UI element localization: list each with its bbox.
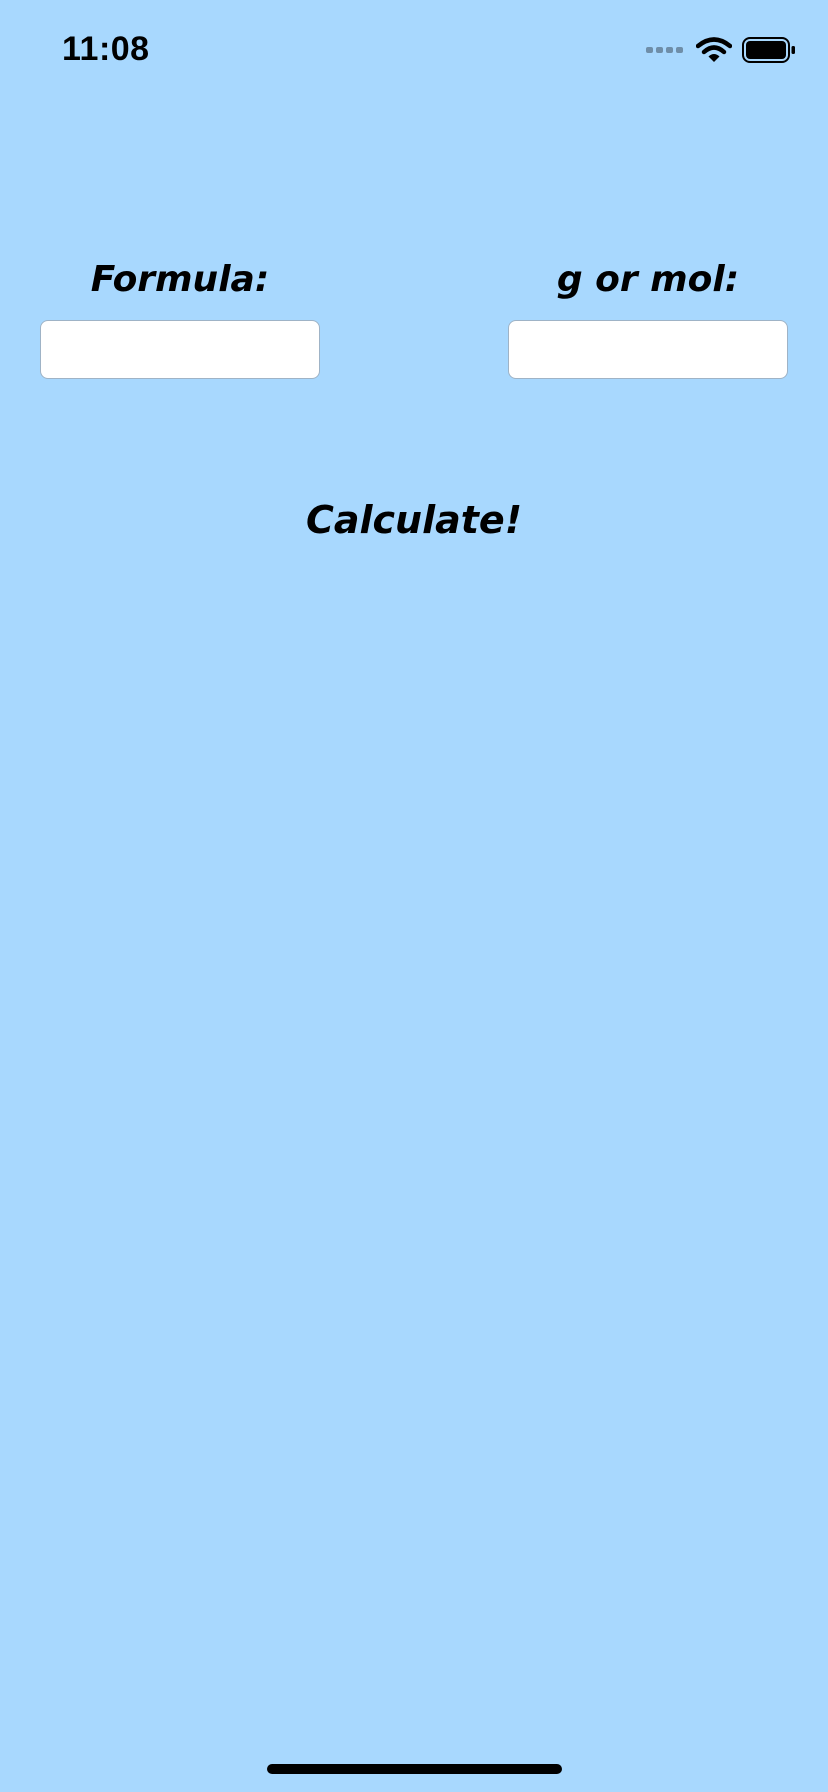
status-time: 11:08 — [62, 30, 150, 68]
formula-input[interactable] — [40, 320, 320, 379]
home-indicator[interactable] — [267, 1764, 562, 1774]
grams-or-moles-label: g or mol: — [556, 259, 740, 300]
calculate-button[interactable]: Calculate! — [264, 490, 564, 550]
cellular-signal-icon — [646, 47, 683, 53]
grams-or-moles-input[interactable] — [508, 320, 788, 379]
status-icons — [646, 36, 796, 64]
wifi-icon — [696, 37, 732, 62]
status-bar: 11:08 — [0, 0, 828, 100]
formula-label: Formula: — [90, 259, 270, 300]
battery-icon — [742, 37, 795, 63]
